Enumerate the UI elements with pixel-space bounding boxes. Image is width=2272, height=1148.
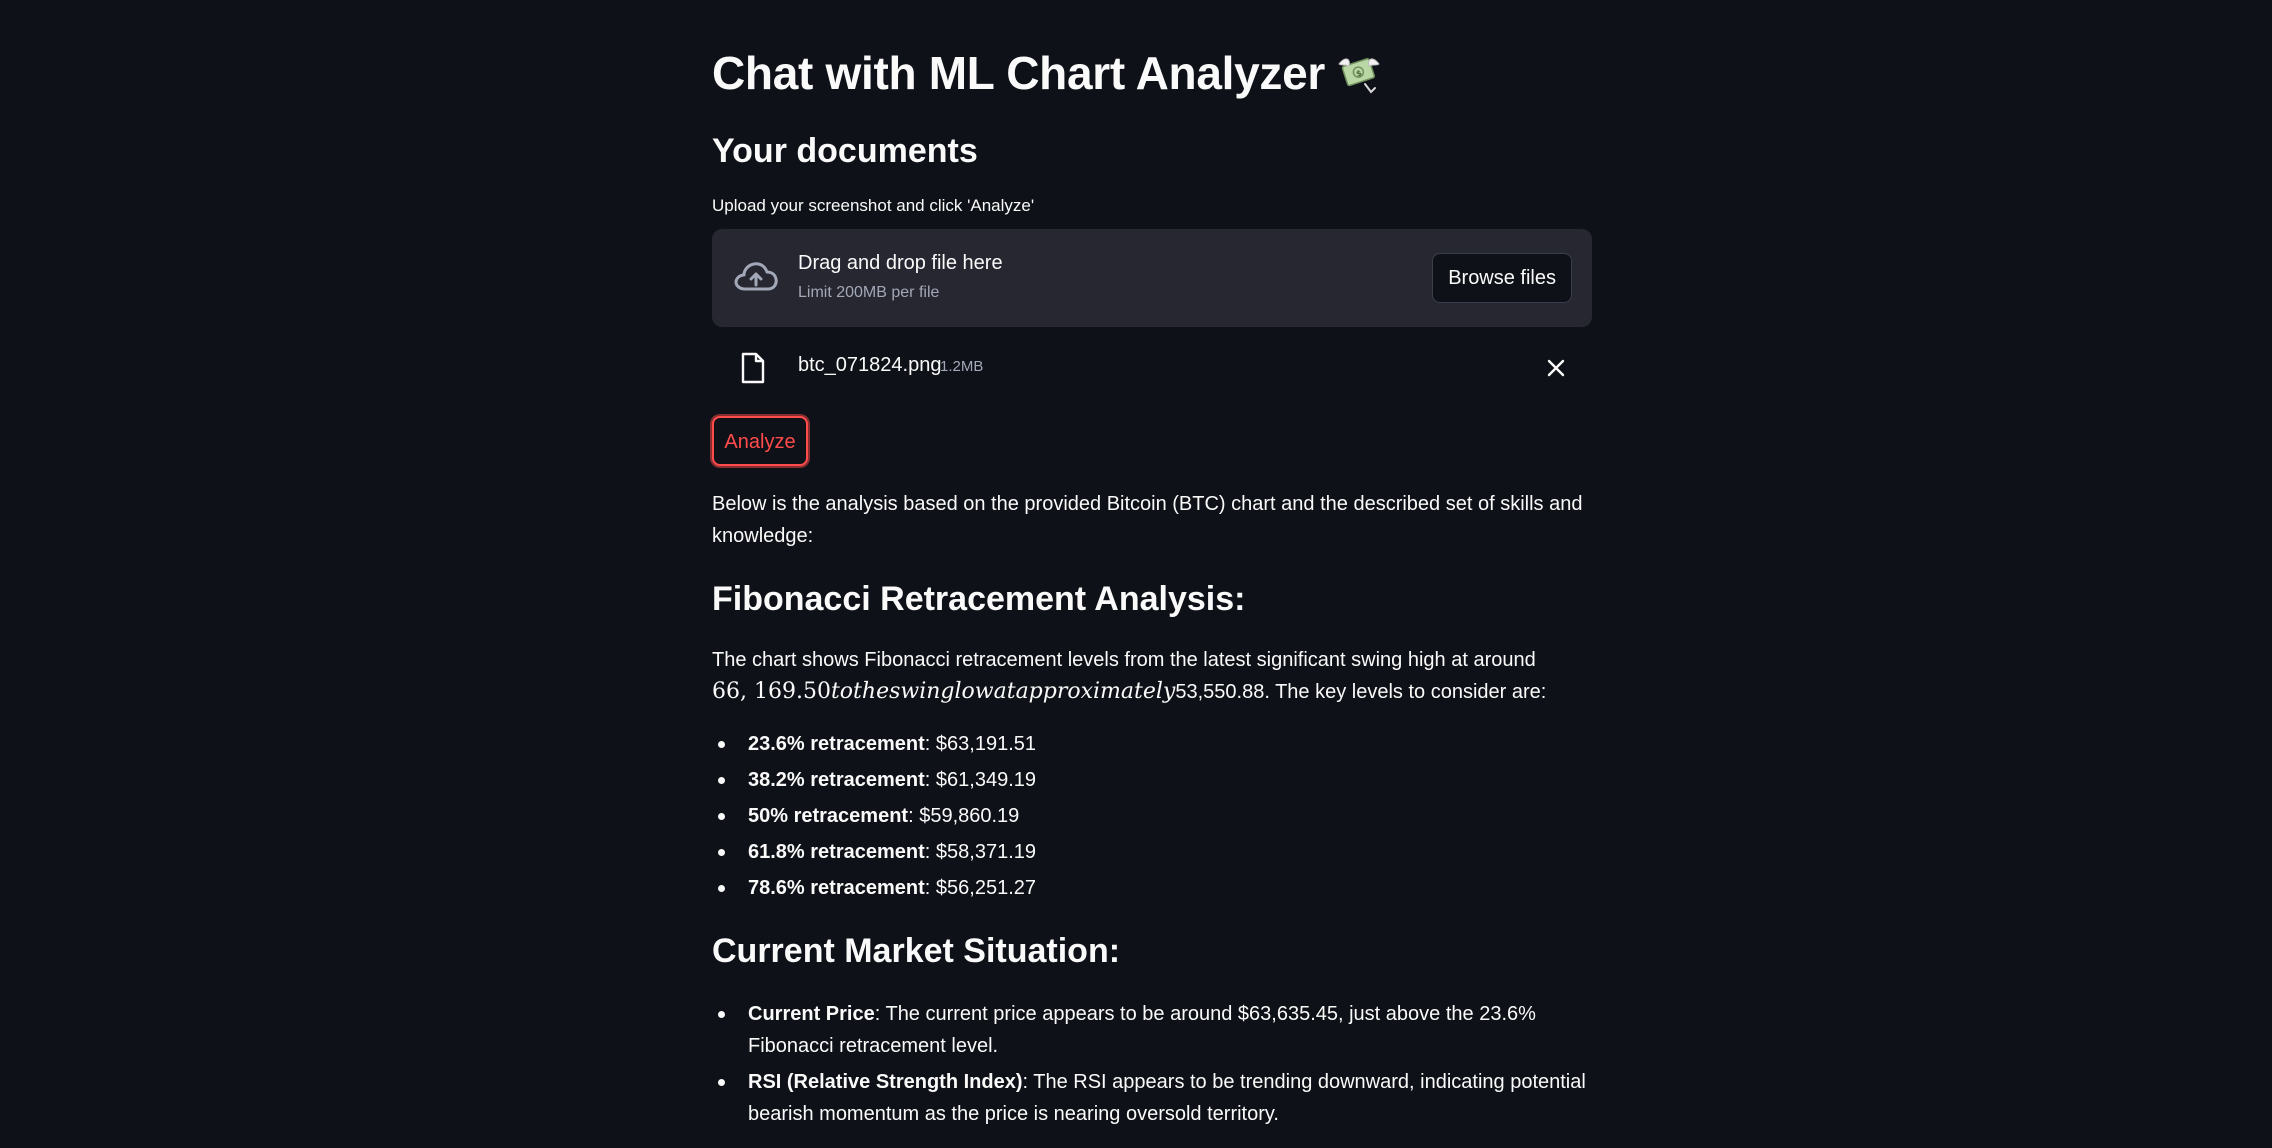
list-item: 23.6% retracement: $63,191.51 (712, 728, 1592, 764)
uploaded-file: btc_071824.png 1.2MB (712, 346, 1592, 390)
file-size: 1.2MB (940, 358, 984, 375)
browse-files-button[interactable]: Browse files (1432, 253, 1572, 303)
dropzone-title: Drag and drop file here (798, 252, 1003, 274)
list-item: 61.8% retracement: $58,371.19 (712, 836, 1592, 872)
market-item-label: RSI (Relative Strength Index) (748, 1071, 1023, 1093)
fib-level-value: : $61,349.19 (924, 769, 1036, 791)
money-with-wings-icon: $ (1335, 50, 1383, 96)
fib-level-value: : $56,251.27 (924, 877, 1036, 899)
documents-heading: Your documents (712, 132, 978, 170)
fib-level-value: : $58,371.19 (924, 841, 1036, 863)
page-title: Chat with ML Chart Analyzer $ (712, 46, 1383, 100)
fib-level-label: 23.6% retracement (748, 733, 925, 755)
fib-level-label: 50% retracement (748, 805, 909, 827)
fibonacci-heading: Fibonacci Retracement Analysis: (712, 580, 1246, 618)
dropzone-limit: Limit 200MB per file (798, 284, 940, 301)
analysis-intro: Below is the analysis based on the provi… (712, 493, 1583, 547)
list-item: 50% retracement: $59,860.19 (712, 800, 1592, 836)
close-icon[interactable] (1544, 356, 1568, 380)
fibonacci-math-number: 66, 169.50 (712, 679, 831, 704)
fib-level-value: : $59,860.19 (908, 805, 1020, 827)
file-name: btc_071824.png (798, 354, 942, 376)
fibonacci-text-end: 53,550.88. The key levels to consider ar… (1175, 681, 1547, 703)
fib-level-label: 38.2% retracement (748, 769, 925, 791)
fibonacci-math-text: totheswinglowatapproximately (830, 679, 1176, 704)
market-item-label: Current Price (748, 1003, 875, 1025)
market-situation-list: Current Price: The current price appears… (712, 998, 1592, 1134)
page-title-text: Chat with ML Chart Analyzer (712, 47, 1325, 99)
file-dropzone[interactable]: Drag and drop file here Limit 200MB per … (712, 229, 1592, 327)
list-item: 38.2% retracement: $61,349.19 (712, 764, 1592, 800)
upload-label: Upload your screenshot and click 'Analyz… (712, 196, 1035, 215)
fib-level-label: 78.6% retracement (748, 877, 925, 899)
fibonacci-text-start: The chart shows Fibonacci retracement le… (712, 649, 1536, 671)
list-item: 78.6% retracement: $56,251.27 (712, 872, 1592, 908)
fib-level-label: 61.8% retracement (748, 841, 925, 863)
list-item: RSI (Relative Strength Index): The RSI a… (712, 1066, 1592, 1130)
analyze-button[interactable]: Analyze (712, 416, 808, 466)
fibonacci-math: 66, 169.50totheswinglowatapproximately (712, 679, 1175, 704)
fibonacci-paragraph: The chart shows Fibonacci retracement le… (712, 644, 1592, 708)
list-item: Current Price: The current price appears… (712, 998, 1592, 1062)
fibonacci-levels-list: 23.6% retracement: $63,191.51 38.2% retr… (712, 728, 1592, 908)
file-icon (740, 352, 766, 384)
cloud-upload-icon (732, 255, 780, 301)
fib-level-value: : $63,191.51 (924, 733, 1036, 755)
market-heading: Current Market Situation: (712, 932, 1121, 970)
